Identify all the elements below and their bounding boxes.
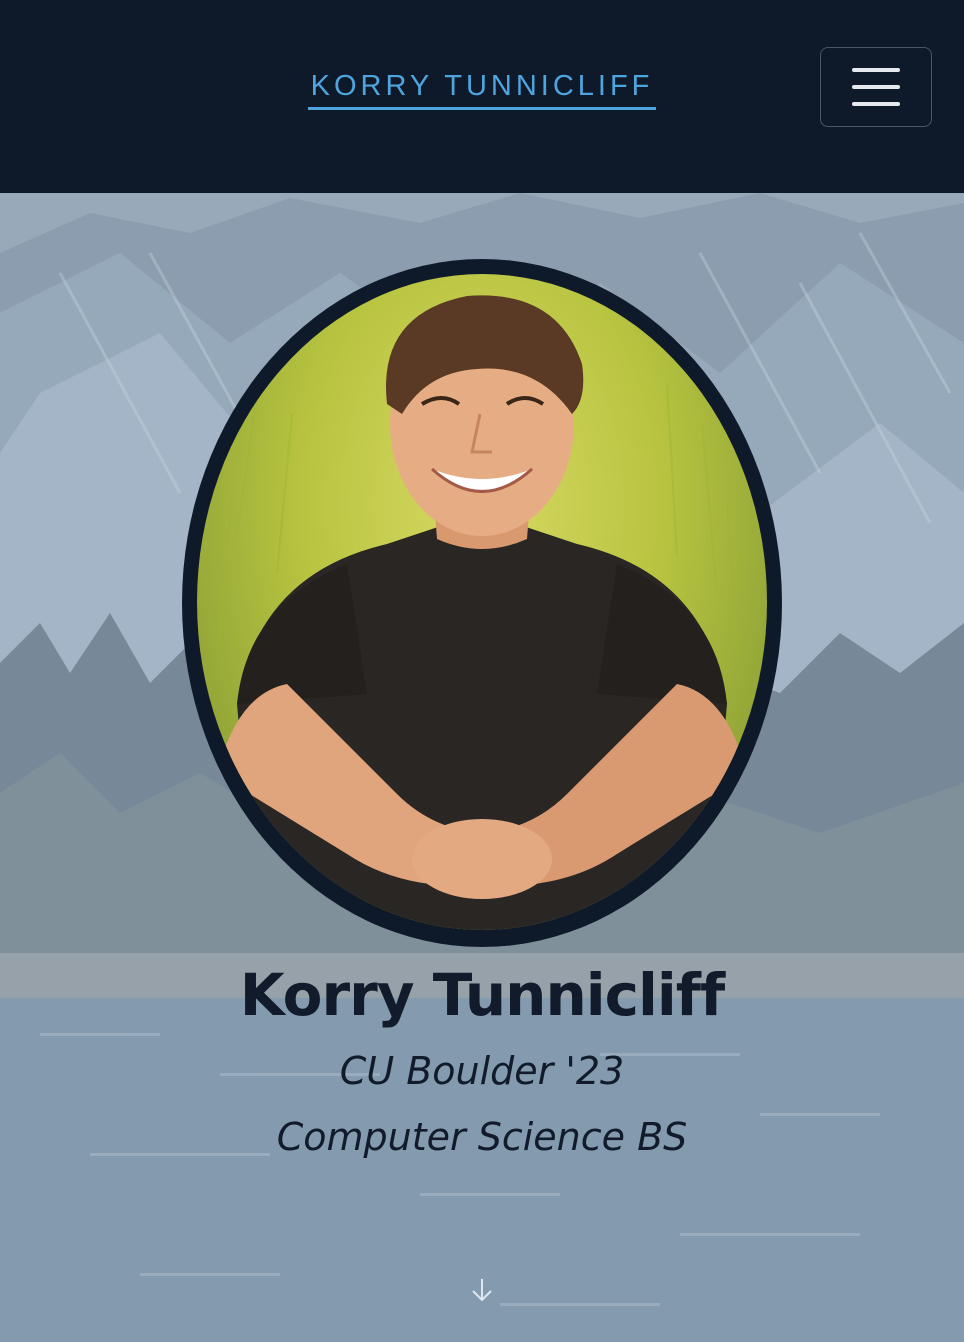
- degree-subtitle: Computer Science BS: [276, 1115, 688, 1159]
- hamburger-menu-icon: [852, 68, 900, 72]
- profile-photo: [197, 274, 767, 930]
- school-subtitle: CU Boulder '23: [339, 1049, 625, 1093]
- hamburger-menu-icon-bar: [852, 85, 900, 89]
- arrow-down-icon: [472, 1279, 492, 1302]
- profile-photo-frame: [182, 259, 782, 947]
- menu-toggle-button[interactable]: [820, 47, 932, 127]
- navbar: KORRY TUNNICLIFF: [0, 0, 964, 193]
- profile-photo-illustration: [216, 295, 747, 930]
- hero-section: Korry Tunnicliff CU Boulder '23 Computer…: [0, 193, 964, 1342]
- profile-name-heading: Korry Tunnicliff: [239, 961, 726, 1029]
- brand-link[interactable]: KORRY TUNNICLIFF: [308, 68, 656, 110]
- hamburger-menu-icon-bar: [852, 102, 900, 106]
- scroll-down-link[interactable]: [468, 1276, 496, 1304]
